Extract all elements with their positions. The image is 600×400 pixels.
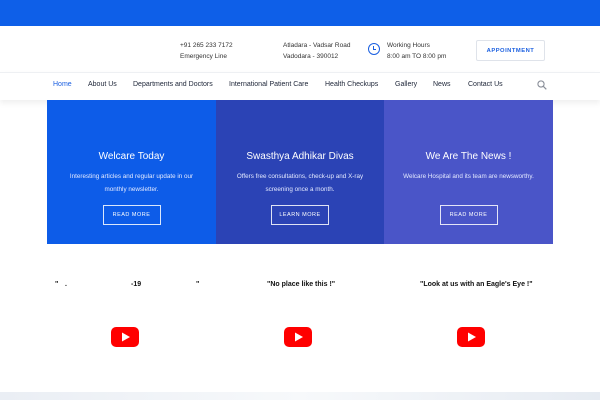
working-hours: Working Hours 8:00 am TO 8:00 pm [387,40,446,62]
learn-more-button[interactable]: LEARN MORE [271,205,329,225]
emergency-contact: +91 265 233 7172 Emergency Line [180,40,233,62]
video-title-no-place-like-this: "No place like this !" [267,281,336,288]
panel-title: Swasthya Adhikar Divas [246,151,354,162]
youtube-play-icon[interactable] [111,327,139,347]
youtube-play-icon[interactable] [284,327,312,347]
video-title-fragment: -19 [131,281,142,288]
youtube-play-icon[interactable] [457,327,485,347]
phone-label: Emergency Line [180,53,227,60]
nav-about-us[interactable]: About Us [88,81,117,88]
top-color-bar [0,0,600,26]
panel-swasthya-adhikar-divas: Swasthya Adhikar Divas Offers free consu… [216,100,384,244]
nav-contact-us[interactable]: Contact Us [468,81,503,88]
video-title-fragment: " [55,281,59,288]
clock-icon [368,43,380,55]
nav-gallery[interactable]: Gallery [395,81,417,88]
panel-text: Offers free consultations, check-up and … [236,173,364,193]
address-line-1: Atladara - Vadsar Road [283,42,351,49]
nav-health-checkups[interactable]: Health Checkups [325,81,378,88]
read-more-button[interactable]: READ MORE [439,205,498,225]
footer-image-strip [0,392,600,400]
panel-we-are-the-news: We Are The News ! Welcare Hospital and i… [384,100,553,244]
panel-welcare-today: Welcare Today Interesting articles and r… [47,100,216,244]
address-line-2: Vadodara - 390012 [283,53,339,60]
video-title-fragment: " [196,281,200,288]
search-icon[interactable] [537,80,547,90]
address-block: Atladara - Vadsar Road Vadodara - 390012 [283,40,350,62]
nav-departments-and-doctors[interactable]: Departments and Doctors [133,81,213,88]
hours-value: 8:00 am TO 8:00 pm [387,53,447,60]
read-more-button[interactable]: READ MORE [102,205,161,225]
nav-news[interactable]: News [433,81,451,88]
hours-label: Working Hours [387,42,430,49]
panel-text: Welcare Hospital and its team are newswo… [403,173,534,180]
video-title-eagles-eye: "Look at us with an Eagle's Eye !" [420,281,533,288]
panel-title: We Are The News ! [425,151,512,162]
phone-number[interactable]: +91 265 233 7172 [180,40,233,51]
video-title-fragment: . [65,281,67,288]
panel-title: Welcare Today [98,151,165,162]
appointment-button[interactable]: APPOINTMENT [476,40,545,61]
panel-text: Interesting articles and regular update … [69,173,194,193]
nav-home[interactable]: Home [53,81,72,88]
nav-international-patient-care[interactable]: International Patient Care [229,81,308,88]
